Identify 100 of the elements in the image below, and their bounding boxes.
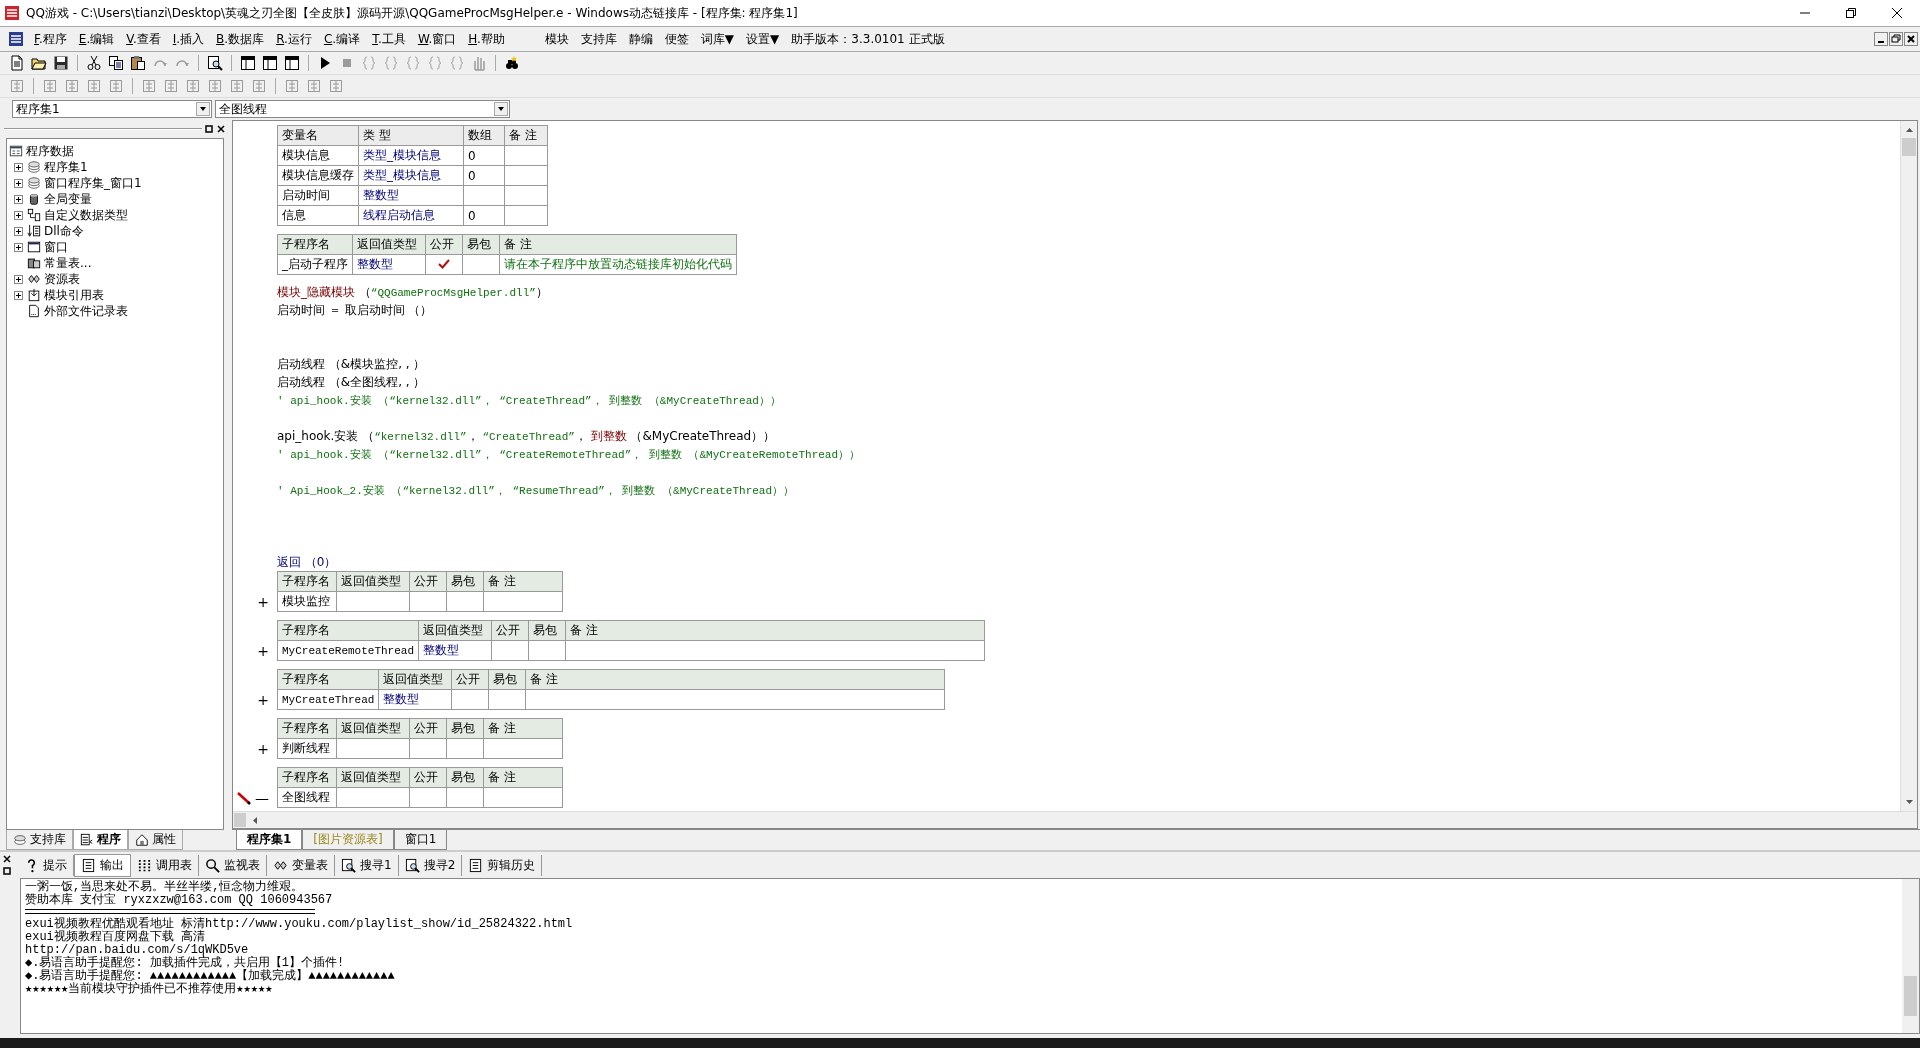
close-icon[interactable] (216, 124, 226, 134)
library-icon (13, 832, 27, 847)
scroll-thumb[interactable] (234, 813, 246, 827)
menu-item[interactable]: W.窗口 (411, 30, 463, 48)
output-icon (81, 857, 96, 873)
expand-icon[interactable] (14, 162, 23, 172)
new-file-icon[interactable] (8, 54, 26, 72)
output-tab[interactable]: 剪辑历史 (462, 854, 543, 876)
window-icon (27, 240, 41, 254)
panel-tab[interactable]: 属性 (128, 830, 183, 850)
file-icon (27, 304, 41, 318)
menu-item[interactable]: 词库▼ (694, 30, 741, 48)
menu-item[interactable]: 模块 (538, 30, 575, 48)
output-tab[interactable]: 输出 (74, 853, 131, 877)
code-line: 启动时间 ＝ 取启动时间 （） (277, 301, 433, 319)
column-header: 易包 (462, 234, 500, 255)
save-icon[interactable] (52, 54, 70, 72)
table-cell: 线程启动信息 (358, 205, 464, 226)
expand-icon[interactable] (14, 290, 23, 300)
menu-item[interactable]: 支持库 (574, 30, 623, 48)
paste-icon[interactable] (129, 54, 147, 72)
menu-item[interactable]: B.数据库 (210, 30, 271, 48)
table-cell: 模块信息 (277, 145, 359, 166)
fold-toggle[interactable]: + (257, 739, 269, 759)
tree-item[interactable]: 自定义数据类型 (44, 206, 128, 224)
dropdown[interactable]: 全图线程 (215, 100, 510, 118)
expand-icon[interactable] (14, 210, 23, 220)
maximize-icon[interactable] (204, 124, 214, 134)
column-header: 公开 (409, 718, 447, 739)
watch-icon (205, 857, 220, 873)
output-tab[interactable]: 搜寻1 (335, 854, 399, 876)
program-data-icon (9, 144, 23, 158)
menu-item[interactable]: 助手版本：3.3.0101 正式版 (785, 30, 951, 48)
expand-icon[interactable] (14, 226, 23, 236)
menu-item[interactable]: 静编 (622, 30, 659, 48)
tree-item[interactable]: 窗口程序集_窗口1 (44, 174, 142, 192)
scroll-thumb[interactable] (1904, 976, 1917, 1016)
maximize-icon[interactable] (2, 866, 12, 876)
menu-item[interactable]: V.查看 (120, 30, 167, 48)
copy-icon[interactable] (107, 54, 125, 72)
scroll-thumb[interactable] (1902, 138, 1916, 156)
close-icon[interactable] (1904, 32, 1918, 46)
menu-item[interactable]: 便签 (658, 30, 695, 48)
minimize-icon[interactable] (1874, 32, 1888, 46)
menu-item[interactable]: F.程序 (28, 30, 73, 48)
tree-item[interactable]: 外部文件记录表 (44, 302, 128, 320)
output-tab[interactable]: 变量表 (267, 854, 335, 876)
code-editor[interactable] (232, 120, 1918, 829)
menu-app-icon[interactable] (8, 31, 24, 47)
fold-toggle[interactable]: + (257, 690, 269, 710)
restore-icon[interactable] (1889, 32, 1903, 46)
menu-item[interactable]: I.插入 (166, 30, 211, 48)
menu-item[interactable]: E.编辑 (72, 30, 121, 48)
fold-toggle[interactable]: + (257, 592, 269, 612)
cut-icon[interactable] (85, 54, 103, 72)
tree-item[interactable]: 程序数据 (26, 142, 74, 160)
output-tab[interactable]: 调用表 (131, 854, 199, 876)
fold-toggle[interactable]: — (255, 788, 269, 808)
panel-tab[interactable]: 程序 (73, 830, 128, 850)
editor-tab[interactable]: 程序集1 (236, 830, 303, 850)
tree-item[interactable]: Dll命令 (44, 222, 84, 240)
table-cell: 类型_模块信息 (358, 165, 464, 186)
vertical-scrollbar[interactable] (1900, 121, 1917, 811)
find-icon[interactable] (206, 54, 224, 72)
tree-item[interactable]: 模块引用表 (44, 286, 104, 304)
layout-icon[interactable] (283, 54, 301, 72)
editor-tab[interactable]: 窗口1 (393, 830, 448, 850)
constant-icon (27, 256, 41, 270)
tree-item[interactable]: 资源表 (44, 270, 80, 288)
column-header: 易包 (528, 620, 566, 641)
vertical-scrollbar[interactable] (1902, 879, 1919, 1033)
menu-item[interactable]: 设置▼ (740, 30, 786, 48)
horizontal-scrollbar[interactable] (233, 811, 1917, 828)
binoculars-icon[interactable] (503, 54, 521, 72)
table-cell: 模块信息缓存 (277, 165, 359, 186)
column-header: 公开 (409, 571, 447, 592)
menu-item[interactable]: T.工具 (366, 30, 412, 48)
column-header: 公开 (491, 620, 529, 641)
tree-item[interactable]: 常量表... (44, 254, 92, 272)
tree-item[interactable]: 全局变量 (44, 190, 92, 208)
expand-icon[interactable] (14, 242, 23, 252)
fold-toggle[interactable]: + (257, 641, 269, 661)
table-cell: 整数型 (378, 689, 452, 710)
close-icon[interactable] (2, 854, 12, 864)
panel-tab[interactable]: 支持库 (6, 830, 73, 850)
menu-item[interactable]: C.编译 (317, 30, 367, 48)
dropdown[interactable]: 程序集1 (12, 100, 212, 118)
expand-icon[interactable] (14, 178, 23, 188)
menu-item[interactable]: R.运行 (270, 30, 318, 48)
layout-icon[interactable] (239, 54, 257, 72)
expand-icon[interactable] (14, 194, 23, 204)
table-cell: 全图线程 (277, 787, 337, 808)
menu-item[interactable]: H.帮助 (462, 30, 511, 48)
layout-icon[interactable] (261, 54, 279, 72)
column-header: 返回值类型 (378, 669, 452, 690)
tree-item[interactable]: 程序集1 (44, 158, 88, 176)
output-tab[interactable]: 监视表 (199, 854, 267, 876)
tree-item[interactable]: 窗口 (44, 238, 68, 256)
output-tab[interactable]: 搜寻2 (398, 854, 463, 876)
expand-icon[interactable] (14, 274, 23, 284)
